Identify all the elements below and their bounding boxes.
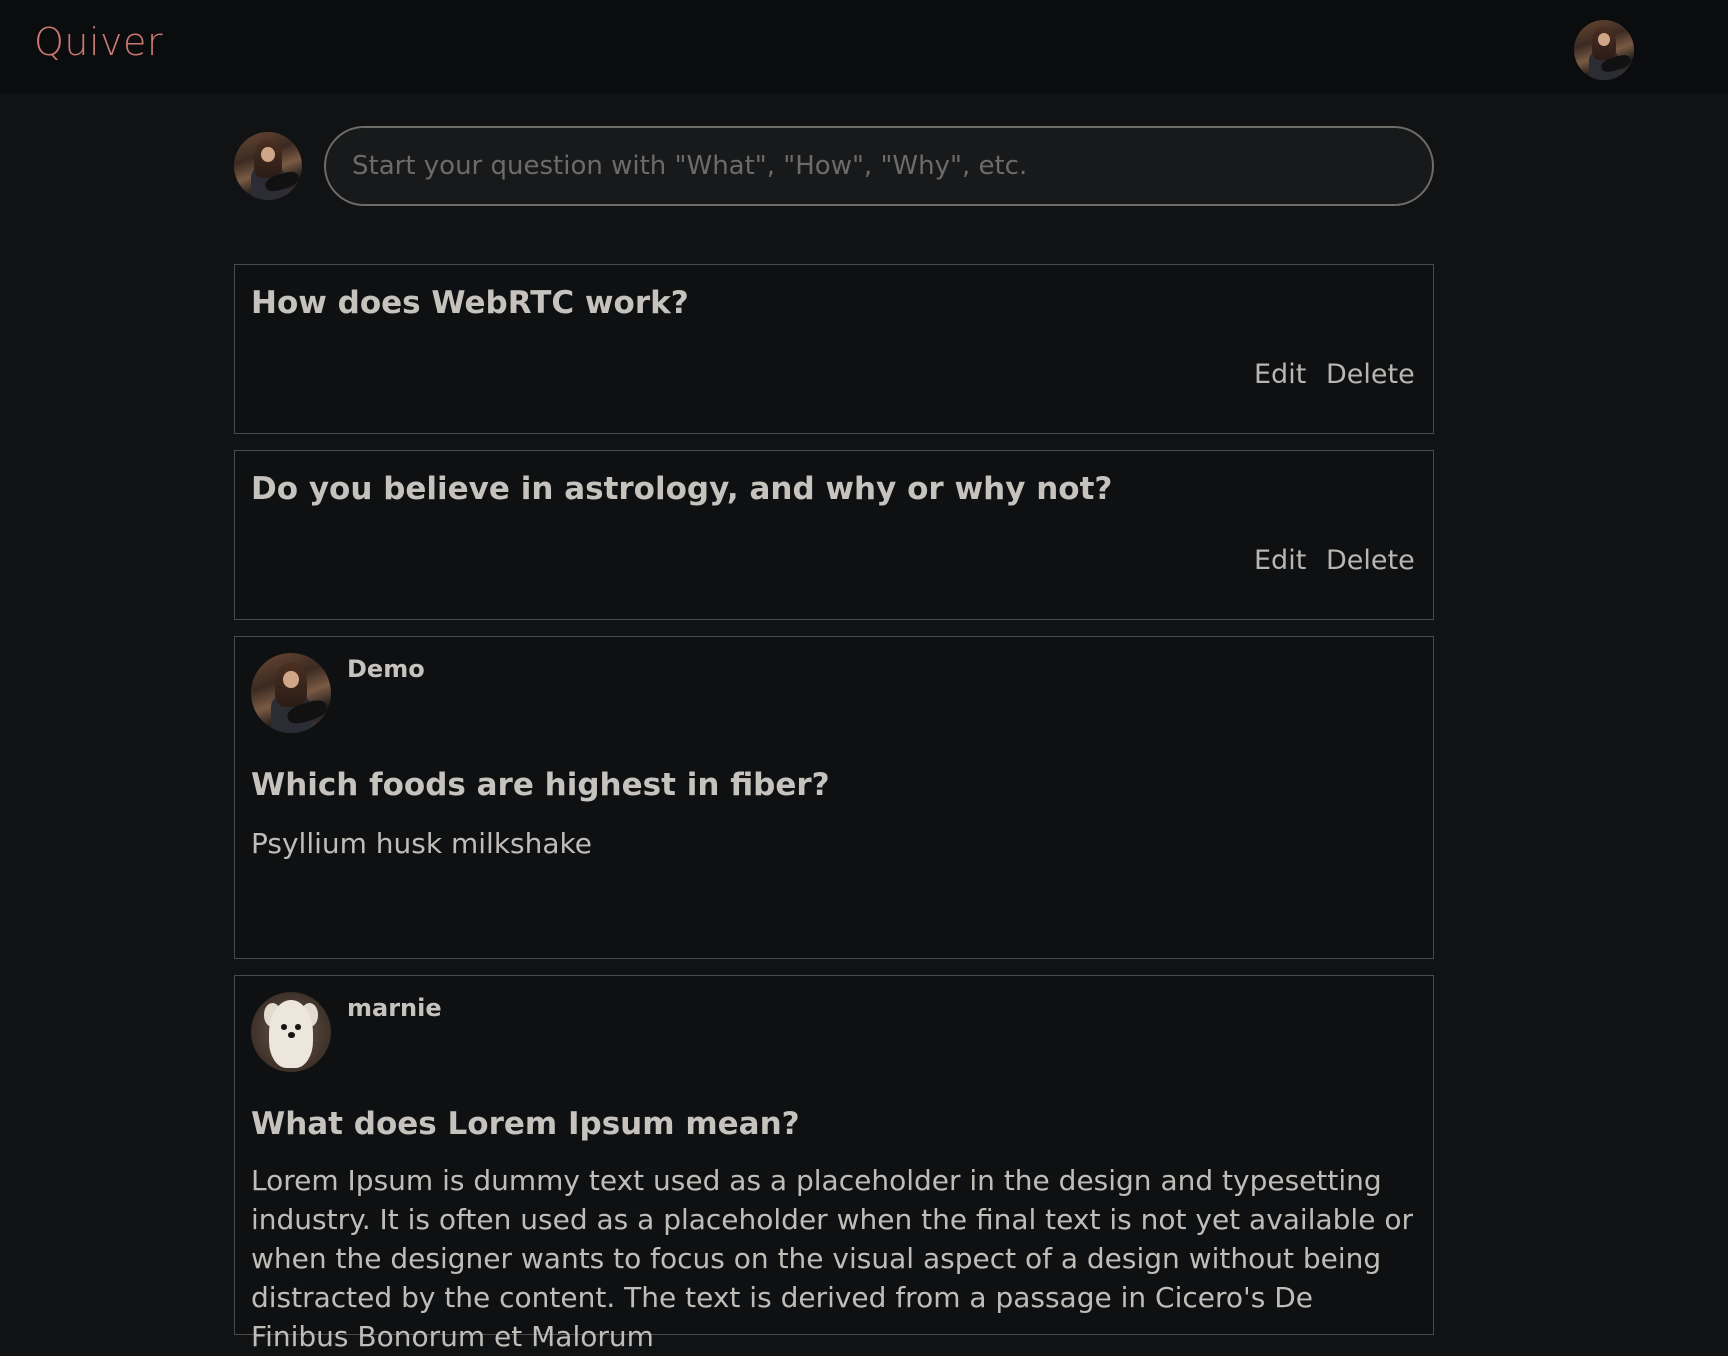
current-user-avatar xyxy=(234,132,302,200)
question-card: Do you believe in astrology, and why or … xyxy=(234,450,1434,620)
question-title[interactable]: Do you believe in astrology, and why or … xyxy=(251,471,1112,507)
answer-card: marnie What does Lorem Ipsum mean? Lorem… xyxy=(234,975,1434,1353)
delete-button[interactable]: Delete xyxy=(1326,545,1415,576)
question-title[interactable]: What does Lorem Ipsum mean? xyxy=(251,1106,800,1142)
question-card: How does WebRTC work? Edit Delete xyxy=(234,264,1434,434)
question-title[interactable]: Which foods are highest in fiber? xyxy=(251,767,830,803)
navbar: Quiver xyxy=(0,0,1728,94)
delete-button[interactable]: Delete xyxy=(1326,359,1415,390)
author-name[interactable]: marnie xyxy=(347,994,442,1022)
brand-logo[interactable]: Quiver xyxy=(34,20,163,64)
answer-card: Demo Which foods are highest in fiber? P… xyxy=(234,636,1434,959)
author-avatar[interactable] xyxy=(251,653,331,733)
answer-body: Lorem Ipsum is dummy text used as a plac… xyxy=(251,1164,1413,1353)
profile-avatar[interactable] xyxy=(1574,20,1634,80)
answer-body: Psyllium husk milkshake xyxy=(251,827,592,860)
author-avatar[interactable] xyxy=(251,992,331,1072)
edit-button[interactable]: Edit xyxy=(1254,359,1306,390)
edit-button[interactable]: Edit xyxy=(1254,545,1306,576)
ask-question-input[interactable] xyxy=(324,126,1434,206)
author-name[interactable]: Demo xyxy=(347,655,425,683)
question-title[interactable]: How does WebRTC work? xyxy=(251,285,689,321)
